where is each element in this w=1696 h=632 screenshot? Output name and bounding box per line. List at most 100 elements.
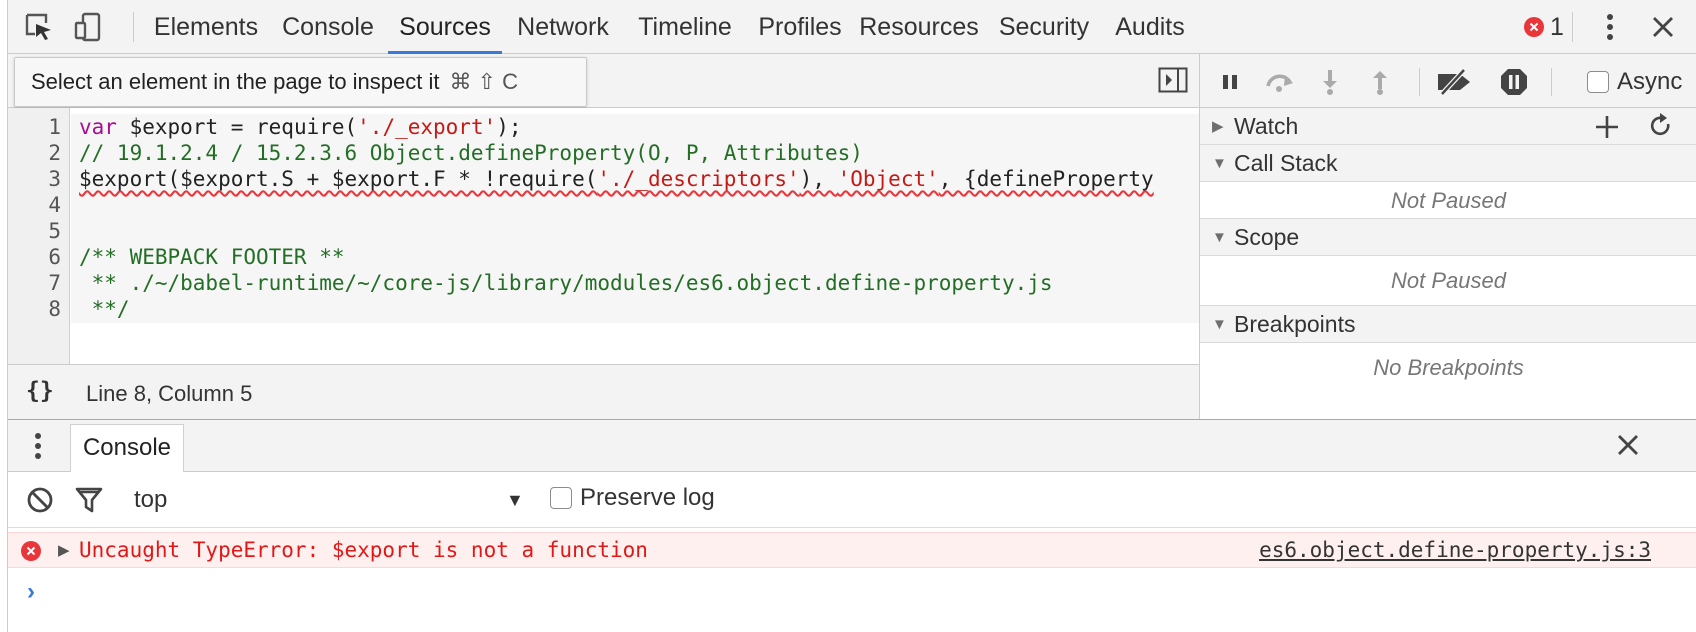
code-token: $export($export.S + $export.F * !require… xyxy=(79,167,598,191)
close-drawer-icon[interactable] xyxy=(1617,434,1641,458)
code-token: ), xyxy=(799,167,838,191)
step-into-icon[interactable] xyxy=(1314,66,1346,98)
call-stack-status: Not Paused xyxy=(1200,182,1696,219)
tab-resources[interactable]: Resources xyxy=(854,0,984,54)
tab-timeline[interactable]: Timeline xyxy=(624,0,746,54)
expand-arrow-icon: ▶ xyxy=(1212,118,1224,135)
code-editor[interactable]: 1 2 3 4 5 6 7 8 var $export = require('.… xyxy=(8,108,1200,364)
async-toggle[interactable]: Async xyxy=(1587,68,1682,96)
code-line-6: /** WEBPACK FOOTER ** xyxy=(79,245,345,269)
line-number[interactable]: 3 xyxy=(48,166,61,192)
tab-console[interactable]: Console xyxy=(270,0,386,54)
preserve-log-label: Preserve log xyxy=(580,484,715,511)
preserve-log-toggle[interactable]: Preserve log xyxy=(550,484,715,512)
step-out-icon[interactable] xyxy=(1364,66,1396,98)
error-source-link[interactable]: es6.object.define-property.js:3 xyxy=(1259,538,1651,562)
drawer-menu-icon[interactable] xyxy=(30,430,46,462)
more-options-icon[interactable] xyxy=(1593,10,1627,44)
main-toolbar: Elements Console Sources Network Timelin… xyxy=(8,0,1696,54)
error-icon xyxy=(21,541,41,561)
scope-status: Not Paused xyxy=(1200,256,1696,306)
error-text: Uncaught TypeError: $export is not a fun… xyxy=(79,538,648,562)
watch-pane-header[interactable]: ▶ Watch xyxy=(1200,108,1696,145)
console-error-message[interactable]: ▶ Uncaught TypeError: $export is not a f… xyxy=(8,532,1696,568)
breakpoints-pane-header[interactable]: ▼ Breakpoints xyxy=(1200,306,1696,343)
code-line-7: ** ./~/babel-runtime/~/core-js/library/m… xyxy=(79,271,1053,295)
code-token: 'Object' xyxy=(837,167,939,191)
console-toolbar: top ▼ Preserve log xyxy=(8,472,1696,528)
tab-security[interactable]: Security xyxy=(986,0,1102,54)
line-number[interactable]: 6 xyxy=(48,244,61,270)
collapse-arrow-icon: ▼ xyxy=(1212,316,1227,333)
toolbar-divider xyxy=(1551,68,1552,96)
code-token: $export = require( xyxy=(116,115,358,139)
error-count: 1 xyxy=(1550,12,1564,41)
inspect-tooltip-text: Select an element in the page to inspect… xyxy=(31,69,440,94)
filter-icon[interactable] xyxy=(75,486,103,514)
collapse-arrow-icon: ▼ xyxy=(1212,229,1227,246)
watch-title: Watch xyxy=(1234,113,1299,139)
tab-profiles[interactable]: Profiles xyxy=(748,0,852,54)
drawer-tab-bar: Console xyxy=(8,420,1696,472)
tab-elements[interactable]: Elements xyxy=(146,0,266,54)
console-prompt[interactable]: › xyxy=(27,578,35,606)
clear-console-icon[interactable] xyxy=(26,486,54,514)
tab-network[interactable]: Network xyxy=(504,0,622,54)
step-over-icon[interactable] xyxy=(1264,66,1296,98)
toolbar-divider xyxy=(1572,12,1573,42)
code-token: ); xyxy=(496,115,522,139)
line-number[interactable]: 5 xyxy=(48,218,61,244)
editor-status-bar: {} Line 8, Column 5 xyxy=(8,364,1200,420)
code-line-3-error: $export($export.S + $export.F * !require… xyxy=(79,166,1154,192)
code-token: './_descriptors' xyxy=(597,167,800,191)
code-token: , {defineProperty xyxy=(938,167,1154,191)
device-mode-icon[interactable] xyxy=(71,10,105,44)
breakpoints-title: Breakpoints xyxy=(1234,311,1356,337)
deactivate-breakpoints-icon[interactable] xyxy=(1434,66,1474,98)
code-line-8: **/ xyxy=(79,297,130,321)
async-checkbox[interactable] xyxy=(1587,71,1609,93)
scope-title: Scope xyxy=(1234,224,1300,250)
pretty-print-button[interactable]: {} xyxy=(26,378,54,404)
debugger-toolbar: Async xyxy=(1200,54,1696,108)
code-token: var xyxy=(79,115,117,139)
line-number[interactable]: 4 xyxy=(48,192,61,218)
drawer-tab-console[interactable]: Console xyxy=(70,424,184,472)
code-line-1: var $export = require('./_export'); xyxy=(79,114,522,140)
context-value: top xyxy=(134,486,168,513)
async-label: Async xyxy=(1617,68,1683,95)
line-number[interactable]: 2 xyxy=(48,140,61,166)
debugger-sidebar: Async ▶ Watch ▼ Call Stack Not Paused ▼ … xyxy=(1199,54,1696,420)
tab-sources[interactable]: Sources xyxy=(388,0,502,54)
toolbar-divider xyxy=(133,12,134,42)
expand-arrow-icon[interactable]: ▶ xyxy=(58,541,70,559)
line-number[interactable]: 1 xyxy=(48,114,61,140)
inspect-shortcut: ⌘ ⇧ C xyxy=(449,69,519,94)
source-tab-bar: Select an element in the page to inspect… xyxy=(8,54,1200,108)
call-stack-pane-header[interactable]: ▼ Call Stack xyxy=(1200,145,1696,182)
toolbar-divider xyxy=(1419,68,1420,96)
line-number[interactable]: 7 xyxy=(48,270,61,296)
pause-on-exceptions-icon[interactable] xyxy=(1498,66,1530,98)
close-devtools-icon[interactable] xyxy=(1646,10,1680,44)
code-token: './_export' xyxy=(357,115,497,139)
context-select[interactable]: top xyxy=(134,483,534,517)
error-counter[interactable]: 1 xyxy=(1524,10,1564,44)
line-gutter[interactable]: 1 2 3 4 5 6 7 8 xyxy=(8,108,70,364)
error-icon xyxy=(1524,17,1544,37)
line-number[interactable]: 8 xyxy=(48,296,61,322)
inspect-tooltip: Select an element in the page to inspect… xyxy=(14,57,587,107)
call-stack-title: Call Stack xyxy=(1234,150,1338,176)
tab-audits[interactable]: Audits xyxy=(1104,0,1196,54)
preserve-log-checkbox[interactable] xyxy=(550,487,572,509)
inspect-element-icon[interactable] xyxy=(22,10,56,44)
dropdown-arrow-icon[interactable]: ▼ xyxy=(506,483,524,517)
scope-pane-header[interactable]: ▼ Scope xyxy=(1200,219,1696,256)
code-line-2: // 19.1.2.4 / 15.2.3.6 Object.defineProp… xyxy=(79,141,863,165)
breakpoints-status: No Breakpoints xyxy=(1200,343,1696,393)
window-edge xyxy=(0,0,8,632)
toggle-debugger-sidebar-icon[interactable] xyxy=(1158,66,1190,98)
pause-icon[interactable] xyxy=(1214,66,1246,98)
cursor-position: Line 8, Column 5 xyxy=(86,381,253,406)
collapse-arrow-icon: ▼ xyxy=(1212,155,1227,172)
